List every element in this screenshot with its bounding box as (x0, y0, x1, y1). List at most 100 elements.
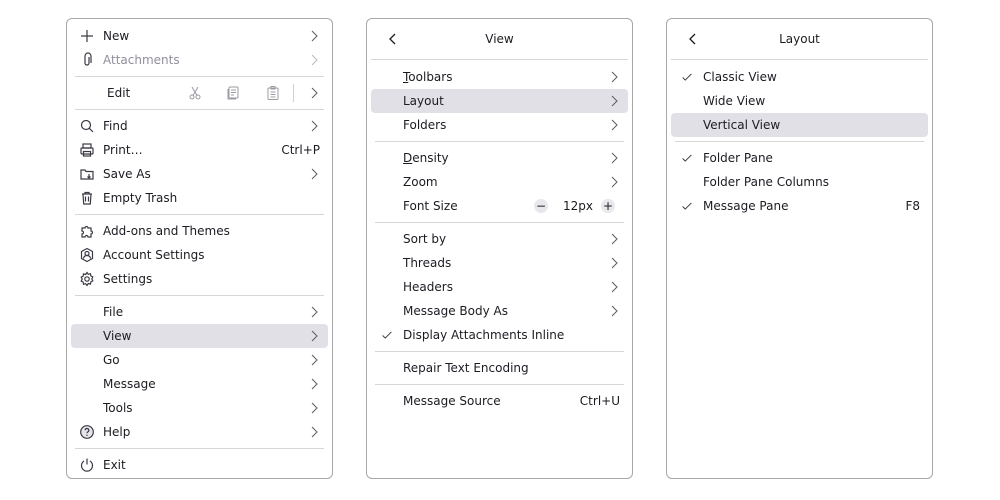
view-menu-panel: View Toolbars Layout Folders Density Zoom Fo… (366, 18, 633, 479)
menu-item-zoom[interactable]: Zoom (371, 170, 628, 194)
menu-item-account-settings[interactable]: Account Settings (71, 243, 328, 267)
menu-separator (75, 109, 324, 110)
menu-item-layout[interactable]: Layout (371, 89, 628, 113)
menu-item-message-pane[interactable]: Message Pane F8 (671, 194, 928, 218)
shortcut-label: F8 (905, 199, 920, 213)
menu-item-label: Classic View (703, 70, 777, 84)
paste-icon (267, 86, 279, 100)
menu-item-file[interactable]: File (71, 300, 328, 324)
menu-item-exit[interactable]: Exit (71, 453, 328, 477)
menu-item-view[interactable]: View (71, 324, 328, 348)
menu-item-print[interactable]: Print… Ctrl+P (71, 138, 328, 162)
gear-icon (79, 271, 95, 287)
menu-item-repair-text-encoding[interactable]: Repair Text Encoding (371, 356, 628, 380)
menu-separator (375, 384, 624, 385)
search-icon (79, 118, 95, 134)
printer-icon (79, 142, 95, 158)
menu-item-classic-view[interactable]: Classic View (671, 65, 928, 89)
menu-item-label: Find (103, 119, 128, 133)
menu-item-label: Wide View (703, 94, 766, 108)
menu-item-sort-by[interactable]: Sort by (371, 227, 628, 251)
menu-item-add-ons-and-themes[interactable]: Add-ons and Themes (71, 219, 328, 243)
chevron-right-icon (611, 257, 618, 269)
menu-item-folder-pane[interactable]: Folder Pane (671, 146, 928, 170)
menu-item-go[interactable]: Go (71, 348, 328, 372)
menu-item-label: Account Settings (103, 248, 205, 262)
chevron-right-icon (311, 354, 318, 366)
check-icon (379, 327, 395, 343)
back-icon[interactable] (685, 30, 701, 48)
menu-item-empty-trash[interactable]: Empty Trash (71, 186, 328, 210)
trash-icon (82, 191, 92, 205)
font-size-label: Font Size (403, 199, 458, 213)
save-folder-icon (80, 169, 94, 180)
menu-item-message-body-as[interactable]: Message Body As (371, 299, 628, 323)
menu-item-message[interactable]: Message (71, 372, 328, 396)
menu-item-label: Headers (403, 280, 453, 294)
increase-font-button[interactable]: + (601, 199, 615, 213)
menu-item-density[interactable]: Density (371, 146, 628, 170)
power-icon (80, 458, 94, 472)
main-menu-panel: New Attachments Edit Find Print… Ctrl+P Save… (66, 18, 333, 479)
menu-item-help[interactable]: Help (71, 420, 328, 444)
menu-item-settings[interactable]: Settings (71, 267, 328, 291)
menu-item-folder-pane-columns[interactable]: Folder Pane Columns (671, 170, 928, 194)
menu-separator (75, 76, 324, 77)
chevron-right-icon (311, 426, 318, 438)
menu-item-label: New (103, 29, 130, 43)
menu-item-toolbars[interactable]: Toolbars (371, 65, 628, 89)
menu-separator (375, 222, 624, 223)
font-size-row: Font Size − 12px + (371, 194, 628, 218)
menu-item-find[interactable]: Find (71, 114, 328, 138)
menu-item-folders[interactable]: Folders (371, 113, 628, 137)
back-icon[interactable] (385, 30, 401, 48)
menu-separator (75, 214, 324, 215)
menu-item-tools[interactable]: Tools (71, 396, 328, 420)
menu-separator (375, 351, 624, 352)
menu-item-label: Folders (403, 118, 447, 132)
puzzle-icon (81, 225, 94, 238)
layout-menu-panel: Layout Classic View Wide View Vertical Vie… (666, 18, 933, 479)
check-icon (679, 150, 695, 166)
menu-item-threads[interactable]: Threads (371, 251, 628, 275)
chevron-right-icon (311, 330, 318, 342)
menu-item-wide-view[interactable]: Wide View (671, 89, 928, 113)
menu-item-label: Threads (403, 256, 452, 270)
menu-item-display-attachments-inline[interactable]: Display Attachments Inline (371, 323, 628, 347)
menu-item-label: Tools (103, 401, 133, 415)
check-icon (682, 73, 692, 81)
decrease-font-button[interactable]: − (534, 199, 548, 213)
menu-item-new[interactable]: New (71, 24, 328, 48)
chevron-right-icon (611, 95, 618, 107)
menu-separator (75, 448, 324, 449)
menu-item-save-as[interactable]: Save As (71, 162, 328, 186)
shortcut-label: Ctrl+U (579, 394, 620, 408)
chevron-right-icon (311, 306, 318, 318)
menu-item-label: Exit (103, 458, 126, 472)
menu-item-attachments[interactable]: Attachments (71, 48, 328, 72)
chevron-right-icon (611, 176, 618, 188)
edit-row: Edit (71, 81, 328, 105)
menu-item-label: Sort by (403, 232, 447, 246)
check-icon (682, 202, 692, 210)
view-menu-title: View (485, 32, 514, 46)
font-size-value: 12px (563, 199, 593, 213)
paperclip-icon (79, 52, 95, 68)
help-icon (80, 425, 94, 439)
trash-icon (79, 190, 95, 206)
menu-separator (675, 141, 924, 142)
menu-item-label: Folder Pane Columns (703, 175, 829, 189)
check-icon (382, 331, 392, 339)
check-icon (679, 198, 695, 214)
account-icon (79, 247, 95, 263)
menu-item-message-source[interactable]: Message Source Ctrl+U (371, 389, 628, 413)
menu-item-label: File (103, 305, 124, 319)
menu-item-label: Save As (103, 167, 151, 181)
menu-item-label: Empty Trash (103, 191, 178, 205)
cut-icon (189, 86, 201, 100)
chevron-right-icon (311, 120, 318, 132)
chevron-right-icon (311, 402, 318, 414)
menu-item-vertical-view[interactable]: Vertical View (671, 113, 928, 137)
menu-item-label: Message (103, 377, 156, 391)
menu-item-headers[interactable]: Headers (371, 275, 628, 299)
